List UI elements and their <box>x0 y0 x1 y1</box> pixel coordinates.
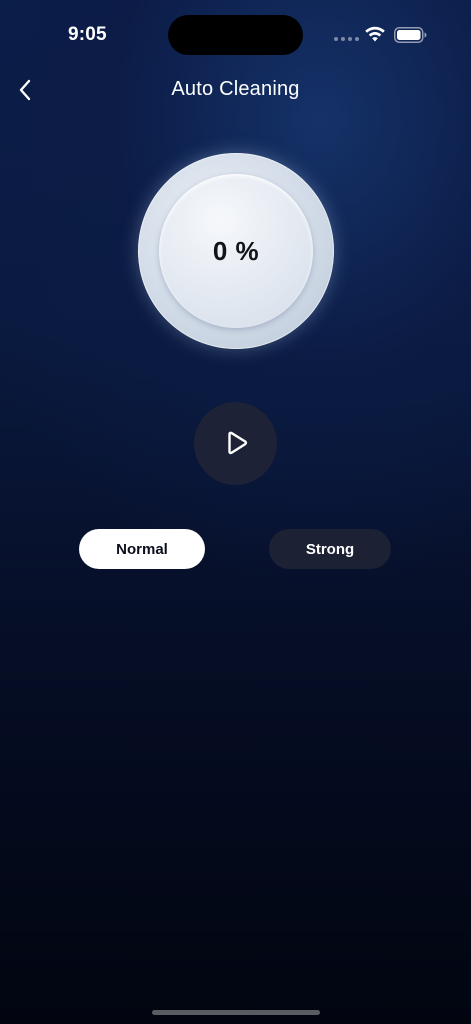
play-button[interactable] <box>194 402 277 485</box>
screen: 9:05 Auto Cleaning 0 % Normal Strong <box>0 0 471 1024</box>
mode-strong-button[interactable]: Strong <box>269 529 391 569</box>
page-title: Auto Cleaning <box>171 78 300 100</box>
mode-normal-button[interactable]: Normal <box>79 529 205 569</box>
wifi-icon <box>365 26 385 42</box>
progress-dial-inner: 0 % <box>159 174 313 328</box>
dynamic-island <box>168 15 303 55</box>
progress-dial: 0 % <box>138 153 334 349</box>
cellular-dots-icon <box>334 37 359 41</box>
status-time: 9:05 <box>68 24 107 45</box>
play-icon <box>227 431 247 454</box>
progress-value: 0 % <box>212 235 260 266</box>
battery-icon <box>394 27 427 43</box>
home-indicator[interactable] <box>152 1010 320 1015</box>
